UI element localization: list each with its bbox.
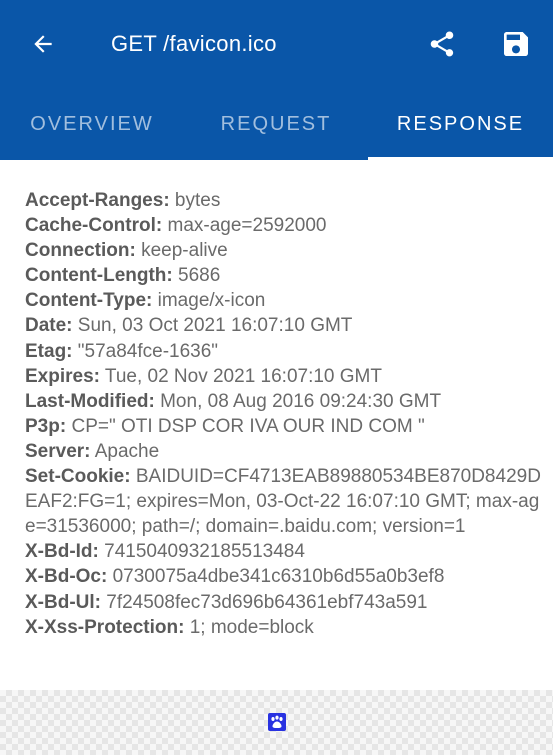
tab-overview[interactable]: OVERVIEW	[0, 88, 184, 160]
header-value: 0730075a4dbe341c6310b6d55a0b3ef8	[107, 566, 445, 588]
header-value: Apache	[90, 440, 160, 462]
header-name: Content-Length:	[25, 265, 173, 287]
header-value: image/x-icon	[152, 290, 266, 312]
header-row: P3p: CP=" OTI DSP COR IVA OUR IND COM "	[25, 414, 545, 439]
header-value: 5686	[172, 265, 221, 287]
header-row: Server: Apache	[25, 439, 545, 464]
header-row: Date: Sun, 03 Oct 2021 16:07:10 GMT	[25, 313, 545, 338]
save-button[interactable]	[496, 24, 536, 64]
page-title: GET /favicon.ico	[111, 31, 277, 56]
header-name: Set-Cookie:	[25, 466, 131, 488]
header-row: Content-Type: image/x-icon	[25, 288, 545, 313]
header-name: Date:	[25, 315, 73, 337]
header-row: X-Bd-Oc: 0730075a4dbe341c6310b6d55a0b3ef…	[25, 564, 545, 589]
header-value: Sun, 03 Oct 2021 16:07:10 GMT	[72, 315, 353, 337]
header-value: keep-alive	[135, 240, 228, 262]
header-name: X-Bd-Oc:	[25, 566, 108, 588]
header-value: bytes	[169, 190, 221, 211]
share-button[interactable]	[422, 24, 462, 64]
header-row: Set-Cookie: BAIDUID=CF4713EAB89880534BE8…	[25, 464, 545, 539]
arrow-back-icon	[34, 35, 52, 53]
header-value: max-age=2592000	[162, 215, 327, 237]
tab-request-label: REQUEST	[220, 112, 332, 135]
header-name: X-Bd-Id:	[25, 541, 99, 563]
baidu-paw-icon	[268, 713, 286, 731]
header-name: Accept-Ranges:	[25, 190, 170, 211]
header-row: Last-Modified: Mon, 08 Aug 2016 09:24:30…	[25, 389, 545, 414]
header-value: Tue, 02 Nov 2021 16:07:10 GMT	[99, 365, 382, 387]
header-row: Content-Length: 5686	[25, 263, 545, 288]
share-icon	[430, 31, 454, 57]
header-value: 7f24508fec73d696b64361ebf743a591	[100, 591, 428, 613]
header-value: Mon, 08 Aug 2016 09:24:30 GMT	[154, 390, 442, 412]
tab-bar: OVERVIEW REQUEST RESPONSE	[0, 88, 553, 160]
header-name: Content-Type:	[25, 290, 153, 312]
back-button[interactable]	[23, 24, 63, 64]
tab-selected-indicator	[368, 157, 553, 160]
header-row: Expires: Tue, 02 Nov 2021 16:07:10 GMT	[25, 364, 545, 389]
save-icon	[504, 32, 528, 56]
header-name: Cache-Control:	[25, 215, 163, 237]
header-row: X-Bd-Ul: 7f24508fec73d696b64361ebf743a59…	[25, 590, 545, 615]
header-value: 1; mode=block	[184, 616, 314, 638]
header-row: Accept-Ranges: bytes	[25, 188, 545, 213]
tab-request[interactable]: REQUEST	[184, 88, 368, 160]
tab-response[interactable]: RESPONSE	[368, 88, 553, 160]
tab-overview-label: OVERVIEW	[30, 112, 154, 135]
header-name: P3p:	[25, 415, 67, 437]
header-name: Expires:	[25, 365, 100, 387]
response-headers: Accept-Ranges: bytes Cache-Control: max-…	[25, 188, 545, 640]
app-bar: GET /favicon.ico OVERVIEW REQUEST RESPON…	[0, 0, 553, 160]
tab-response-label: RESPONSE	[396, 112, 525, 135]
header-row: Connection: keep-alive	[25, 238, 545, 263]
header-row: Etag: "57a84fce-1636"	[25, 339, 545, 364]
header-value: "57a84fce-1636"	[72, 340, 219, 362]
header-name: Server:	[25, 440, 91, 462]
header-name: Last-Modified:	[25, 390, 155, 412]
header-name: Connection:	[25, 240, 136, 262]
header-value: CP=" OTI DSP COR IVA OUR IND COM "	[66, 415, 425, 437]
image-preview	[0, 690, 553, 755]
header-value: 7415040932185513484	[98, 541, 305, 563]
header-name: X-Xss-Protection:	[25, 616, 185, 638]
header-name: X-Bd-Ul:	[25, 591, 101, 613]
header-row: Cache-Control: max-age=2592000	[25, 213, 545, 238]
header-row: X-Bd-Id: 7415040932185513484	[25, 539, 545, 564]
header-name: Etag:	[25, 340, 73, 362]
toolbar: GET /favicon.ico	[0, 0, 553, 88]
header-row: X-Xss-Protection: 1; mode=block	[25, 615, 545, 640]
